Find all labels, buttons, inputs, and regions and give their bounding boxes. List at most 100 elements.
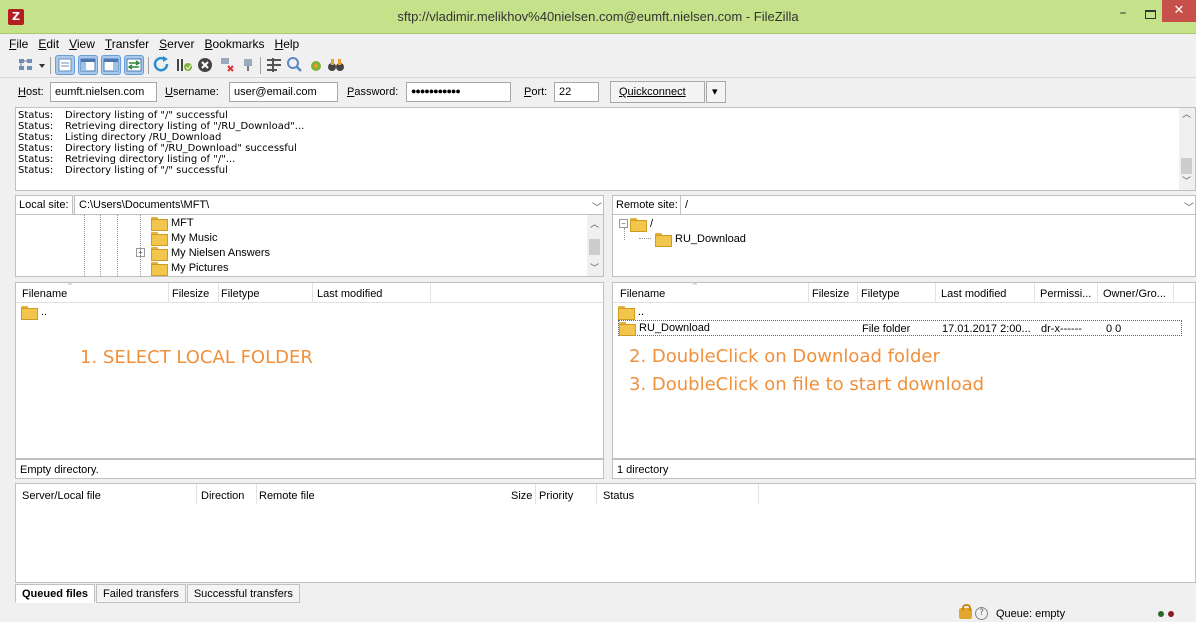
sort-ascending-icon: ^ (68, 282, 72, 290)
quickconnect-button[interactable]: Quickconnect (610, 81, 705, 103)
file-owner: 0 0 (1106, 323, 1122, 335)
scrollbar-thumb[interactable] (1181, 158, 1192, 174)
log-line: Status: Directory listing of "/" successf… (18, 110, 1193, 121)
column-priority[interactable]: Priority (539, 490, 573, 502)
chevron-down-icon[interactable]: ﹀ (1184, 199, 1194, 214)
toggle-local-tree-icon[interactable] (78, 55, 98, 75)
menu-file[interactable]: File (4, 34, 33, 52)
table-row[interactable]: .. (613, 305, 1195, 321)
scroll-up-icon[interactable]: ︿ (1182, 110, 1191, 121)
tab-successful-transfers[interactable]: Successful transfers (186, 584, 300, 603)
column-last-modified[interactable]: Last modified (317, 288, 382, 300)
close-button[interactable]: ✕ (1162, 0, 1196, 22)
column-permissions[interactable]: Permissi... (1040, 288, 1091, 300)
message-log[interactable]: Status: Directory listing of "/" successf… (15, 107, 1196, 191)
expand-icon[interactable]: + (136, 248, 145, 257)
quickconnect-history-dropdown[interactable]: ▾ (706, 81, 726, 103)
toggle-remote-tree-icon[interactable] (101, 55, 121, 75)
menu-bookmarks[interactable]: Bookmarks (199, 34, 269, 52)
local-path-field[interactable]: C:\Users\Documents\MFT\ (74, 195, 604, 215)
tree-item-my-nielsen-answers[interactable]: + My Nielsen Answers (136, 246, 270, 261)
search-icon[interactable] (326, 55, 346, 75)
process-queue-icon[interactable] (174, 55, 194, 75)
local-file-list[interactable]: Filename Filesize Filetype Last modified… (15, 282, 604, 459)
menu-view[interactable]: View (64, 34, 100, 52)
column-status[interactable]: Status (603, 490, 634, 502)
filter-icon[interactable] (264, 55, 284, 75)
column-remote-file[interactable]: Remote file (259, 490, 315, 502)
column-filesize[interactable]: Filesize (172, 288, 209, 300)
column-server-local-file[interactable]: Server/Local file (22, 490, 101, 502)
host-field[interactable]: eumft.nielsen.com (50, 82, 157, 102)
column-filetype[interactable]: Filetype (861, 288, 900, 300)
column-direction[interactable]: Direction (201, 490, 244, 502)
menu-transfer[interactable]: Transfer (100, 34, 154, 52)
password-field[interactable]: ●●●●●●●●●●● (406, 82, 511, 102)
log-type: Status: (18, 165, 54, 176)
collapse-icon[interactable]: − (619, 219, 628, 228)
log-message: Listing directory /RU_Download (65, 132, 222, 143)
sync-browse-icon[interactable] (306, 55, 326, 75)
column-owner-group[interactable]: Owner/Gro... (1103, 288, 1166, 300)
log-type: Status: (18, 143, 54, 154)
menu-server[interactable]: Server (154, 34, 199, 52)
table-row[interactable]: .. (16, 305, 603, 321)
log-message: Retrieving directory listing of "/RU_Dow… (65, 121, 305, 132)
local-site-label: Local site: (15, 195, 73, 215)
menu-edit[interactable]: Edit (33, 34, 64, 52)
compare-icon[interactable] (285, 55, 305, 75)
maximize-button[interactable] (1137, 6, 1163, 24)
dropdown-arrow-icon[interactable] (37, 55, 47, 75)
transfer-queue[interactable]: Server/Local file Direction Remote file … (15, 483, 1196, 583)
remote-path-field[interactable]: / (680, 195, 1196, 215)
scroll-down-icon[interactable]: ﹀ (1182, 177, 1191, 188)
column-filename[interactable]: Filename (22, 288, 67, 300)
local-directory-tree[interactable]: MFT My Music + My Nielsen Answers My Pict… (15, 214, 604, 277)
local-site-bar: Local site: C:\Users\Documents\MFT\ ﹀ (15, 195, 604, 215)
password-label: Password: (347, 86, 399, 98)
column-filename[interactable]: Filename (620, 288, 665, 300)
scroll-up-icon[interactable]: ︿ (590, 217, 599, 230)
disconnect-icon[interactable] (217, 55, 237, 75)
log-message: Directory listing of "/" successful (65, 165, 228, 176)
scrollbar-thumb[interactable] (589, 239, 600, 255)
port-field[interactable]: 22 (554, 82, 599, 102)
cancel-icon[interactable] (195, 55, 215, 75)
file-permissions: dr-x------ (1041, 323, 1082, 335)
column-filesize[interactable]: Filesize (812, 288, 849, 300)
menu-help[interactable]: Help (270, 34, 305, 52)
log-line: Status: Listing directory /RU_Download (18, 132, 1193, 143)
remote-file-list[interactable]: Filename Filesize Filetype Last modified… (612, 282, 1196, 459)
tree-item-label: My Pictures (171, 261, 229, 274)
tab-failed-transfers[interactable]: Failed transfers (96, 584, 186, 603)
column-size[interactable]: Size (511, 490, 532, 502)
tree-item-mft[interactable]: MFT (151, 216, 194, 231)
local-tree-scrollbar[interactable]: ︿ ﹀ (587, 215, 603, 276)
log-scrollbar[interactable]: ︿ ﹀ (1179, 108, 1195, 190)
remote-directory-tree[interactable]: − / RU_Download (612, 214, 1196, 277)
column-filetype[interactable]: Filetype (221, 288, 260, 300)
minimize-button[interactable]: – (1110, 6, 1136, 24)
site-manager-icon[interactable] (16, 55, 36, 75)
scroll-down-icon[interactable]: ﹀ (590, 261, 599, 274)
title-bar: Z sftp://vladimir.melikhov%40nielsen.com… (0, 0, 1196, 34)
tree-item-label: RU_Download (675, 232, 746, 245)
tab-queued-files[interactable]: Queued files (15, 584, 96, 603)
refresh-icon[interactable] (152, 55, 172, 75)
help-icon[interactable]: ? (975, 607, 988, 620)
lock-icon[interactable] (959, 604, 972, 619)
toggle-log-icon[interactable] (55, 55, 75, 75)
table-row-ru-download[interactable]: RU_Download File folder 17.01.2017 2:00.… (618, 320, 1182, 336)
toggle-queue-icon[interactable] (124, 55, 144, 75)
file-name: .. (41, 305, 48, 318)
tree-item-label: My Music (171, 231, 218, 244)
chevron-down-icon[interactable]: ﹀ (592, 199, 602, 214)
file-name: RU_Download (639, 321, 710, 334)
tree-item-my-pictures[interactable]: My Pictures (151, 261, 229, 276)
column-last-modified[interactable]: Last modified (941, 288, 1006, 300)
log-type: Status: (18, 154, 54, 165)
username-field[interactable]: user@email.com (229, 82, 338, 102)
tree-item-my-music[interactable]: My Music (151, 231, 218, 246)
tree-item-ru-download[interactable]: RU_Download (639, 232, 746, 247)
reconnect-icon[interactable] (238, 55, 258, 75)
